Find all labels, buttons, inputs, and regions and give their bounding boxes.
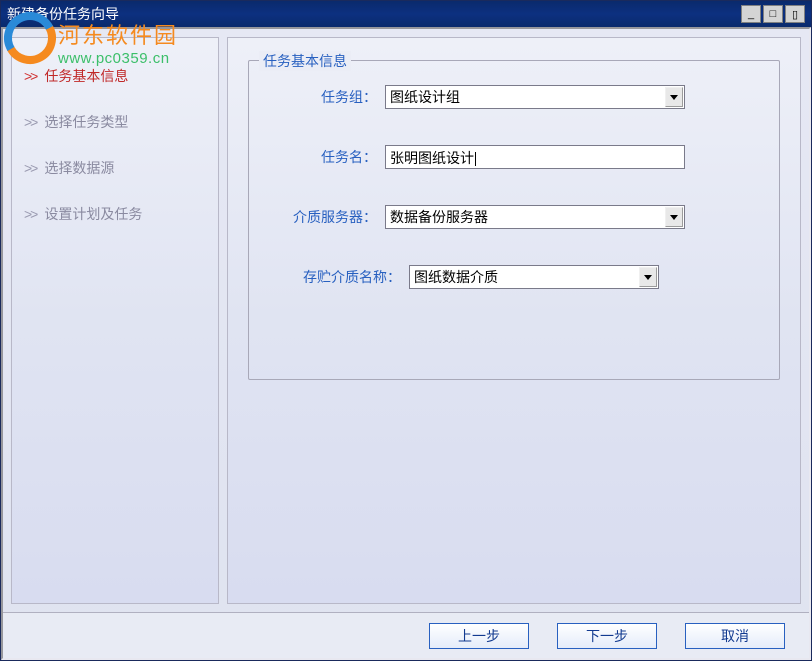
prev-button[interactable]: 上一步: [429, 623, 529, 649]
task-group-value: 图纸设计组: [390, 87, 680, 107]
sidebar: >> 任务基本信息 >> 选择任务类型 >> 选择数据源 >> 设置计划及任务: [11, 37, 219, 604]
chevron-icon: >>: [24, 114, 36, 130]
label-task-group: 任务组：: [269, 87, 385, 107]
close-button[interactable]: ▯: [785, 5, 805, 23]
dropdown-icon[interactable]: [665, 207, 683, 227]
task-group-select[interactable]: 图纸设计组: [385, 85, 685, 109]
sidebar-item-schedule[interactable]: >> 设置计划及任务: [24, 204, 206, 224]
chevron-icon: >>: [24, 206, 36, 222]
cancel-button[interactable]: 取消: [685, 623, 785, 649]
row-media-server: 介质服务器： 数据备份服务器: [269, 205, 759, 229]
content-row: >> 任务基本信息 >> 选择任务类型 >> 选择数据源 >> 设置计划及任务: [3, 29, 809, 612]
media-server-value: 数据备份服务器: [390, 207, 680, 227]
chevron-icon: >>: [24, 160, 36, 176]
row-storage-media: 存贮介质名称： 图纸数据介质: [269, 265, 759, 289]
chevron-icon: >>: [24, 68, 36, 84]
storage-media-value: 图纸数据介质: [414, 267, 654, 287]
next-button[interactable]: 下一步: [557, 623, 657, 649]
fieldset-legend: 任务基本信息: [259, 51, 351, 71]
window-controls: _ □ ▯: [741, 5, 805, 23]
dialog-window: 新建备份任务向导 _ □ ▯ >> 任务基本信息 >> 选择任务类型 >> 选择…: [0, 0, 812, 661]
label-task-name: 任务名：: [269, 147, 385, 167]
window-body: >> 任务基本信息 >> 选择任务类型 >> 选择数据源 >> 设置计划及任务: [1, 27, 811, 660]
row-task-group: 任务组： 图纸设计组: [269, 85, 759, 109]
main-panel: 任务基本信息 任务组： 图纸设计组 任务名：: [227, 37, 801, 604]
window-title: 新建备份任务向导: [7, 4, 741, 24]
sidebar-item-label: 选择数据源: [44, 158, 114, 178]
task-name-value: 张明图纸设计: [390, 150, 474, 166]
sidebar-item-label: 选择任务类型: [44, 112, 128, 132]
maximize-button[interactable]: □: [763, 5, 783, 23]
label-media-server: 介质服务器：: [269, 207, 385, 227]
sidebar-item-label: 任务基本信息: [44, 66, 128, 86]
fieldset-basic-info: 任务基本信息 任务组： 图纸设计组 任务名：: [248, 60, 780, 380]
titlebar[interactable]: 新建备份任务向导 _ □ ▯: [1, 1, 811, 27]
text-caret: [475, 152, 476, 166]
dropdown-icon[interactable]: [639, 267, 657, 287]
dropdown-icon[interactable]: [665, 87, 683, 107]
row-task-name: 任务名： 张明图纸设计: [269, 145, 759, 169]
sidebar-item-basic-info[interactable]: >> 任务基本信息: [24, 66, 206, 86]
button-bar: 上一步 下一步 取消: [3, 612, 809, 658]
sidebar-item-task-type[interactable]: >> 选择任务类型: [24, 112, 206, 132]
storage-media-select[interactable]: 图纸数据介质: [409, 265, 659, 289]
sidebar-item-label: 设置计划及任务: [44, 204, 142, 224]
minimize-button[interactable]: _: [741, 5, 761, 23]
label-storage-media: 存贮介质名称：: [269, 267, 409, 287]
sidebar-item-data-source[interactable]: >> 选择数据源: [24, 158, 206, 178]
media-server-select[interactable]: 数据备份服务器: [385, 205, 685, 229]
task-name-input[interactable]: 张明图纸设计: [385, 145, 685, 169]
